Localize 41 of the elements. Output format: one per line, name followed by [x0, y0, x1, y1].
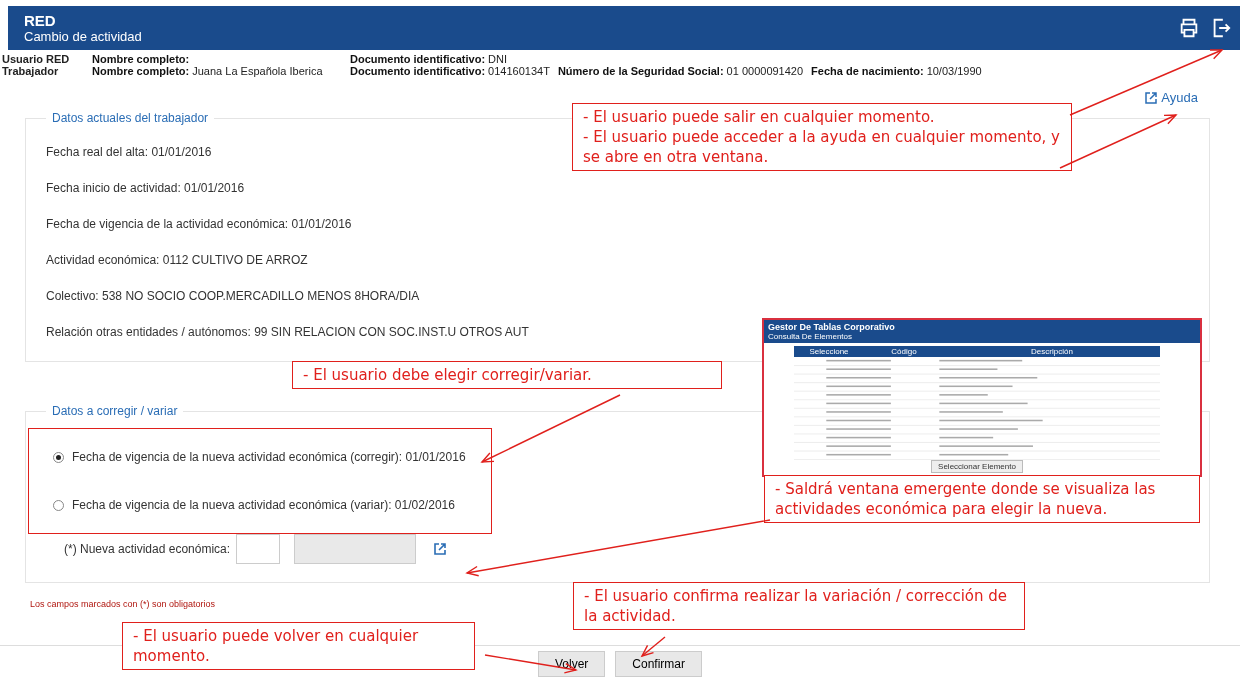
- info-field: Número de la Seguridad Social: 01 0000091420: [557, 65, 804, 77]
- field-label: (*) Nueva actividad económica:: [64, 542, 231, 556]
- data-item: Fecha inicio de actividad: 01/01/2016: [46, 181, 245, 195]
- external-link-icon[interactable]: [434, 543, 447, 555]
- activity-code-field[interactable]: [236, 534, 281, 564]
- help-link[interactable]: Ayuda: [1145, 90, 1198, 105]
- panel-legend: Datos a corregir / variar: [46, 404, 184, 418]
- data-item: Fecha de vigencia de la actividad económica: 01/01/2016: [46, 217, 352, 231]
- radio-label: Fecha de vigencia de la nueva actividad económica (corregir): 01/01/2016: [72, 450, 466, 464]
- radio-label: Fecha de vigencia de la nueva actividad económica (variar): 01/02/2016: [72, 498, 455, 512]
- data-item: Actividad económica: 0112 CULTIVO DE ARROZ: [46, 253, 308, 267]
- data-item: Relación otras entidades / autónomos: 99 SIN RELACION CON SOC.INST.U OTROS AUT: [46, 325, 529, 339]
- data-item: Colectivo: 538 NO SOCIO COOP.MERCADILLO MENOS 8HORA/DIA: [46, 289, 420, 303]
- popup-subtitle: Consulta De Elementos: [768, 332, 854, 341]
- annotation-text: - El usuario puede salir en cualquier momento.: [583, 107, 936, 127]
- annotation-text: - El usuario puede volver en cualquier momento.: [133, 626, 420, 666]
- info-heading: Trabajador: [2, 65, 60, 77]
- annotation-text: - El usuario puede acceder a la ayuda en cualquier momento, y se abre en otra ventana.: [583, 127, 1061, 167]
- required-note: Los campos marcados con (*) son obligatorios: [30, 599, 216, 609]
- info-field: Fecha de nacimiento: 10/03/1990: [811, 65, 982, 77]
- external-link-icon: [1145, 91, 1158, 104]
- info-field: Nombre completo: Juana La Española Iberica: [92, 65, 342, 77]
- app-name: RED: [24, 12, 57, 29]
- annotation-arrow: [640, 636, 666, 658]
- panel-legend: Datos actuales del trabajador: [46, 111, 215, 125]
- info-heading: Usuario RED: [2, 53, 71, 65]
- column-header: Seleccione: [808, 347, 850, 356]
- data-item: Fecha real del alta: 01/01/2016: [46, 145, 212, 159]
- action-button[interactable]: Confirmar: [615, 651, 702, 677]
- info-field: Documento identificativo: 014160134T: [350, 65, 550, 77]
- printer-icon[interactable]: [1178, 16, 1200, 40]
- page-title: Cambio de actividad: [24, 29, 142, 44]
- annotation-text: - El usuario confirma realizar la variación / corrección de la actividad.: [584, 586, 1008, 626]
- info-field: Nombre completo:: [92, 53, 342, 65]
- column-header: Descripción: [1030, 347, 1074, 356]
- annotation-text: - El usuario debe elegir corregir/variar.: [303, 365, 593, 385]
- column-header: Código: [890, 347, 918, 356]
- info-field: Documento identificativo: DNI: [350, 53, 508, 65]
- popup-title: Gestor De Tablas Corporativo: [768, 322, 896, 332]
- annotation-text: - Saldrá ventana emergente donde se visualiza las actividades económica para elegir la nueva.: [775, 479, 1157, 519]
- action-button[interactable]: Volver: [537, 651, 606, 677]
